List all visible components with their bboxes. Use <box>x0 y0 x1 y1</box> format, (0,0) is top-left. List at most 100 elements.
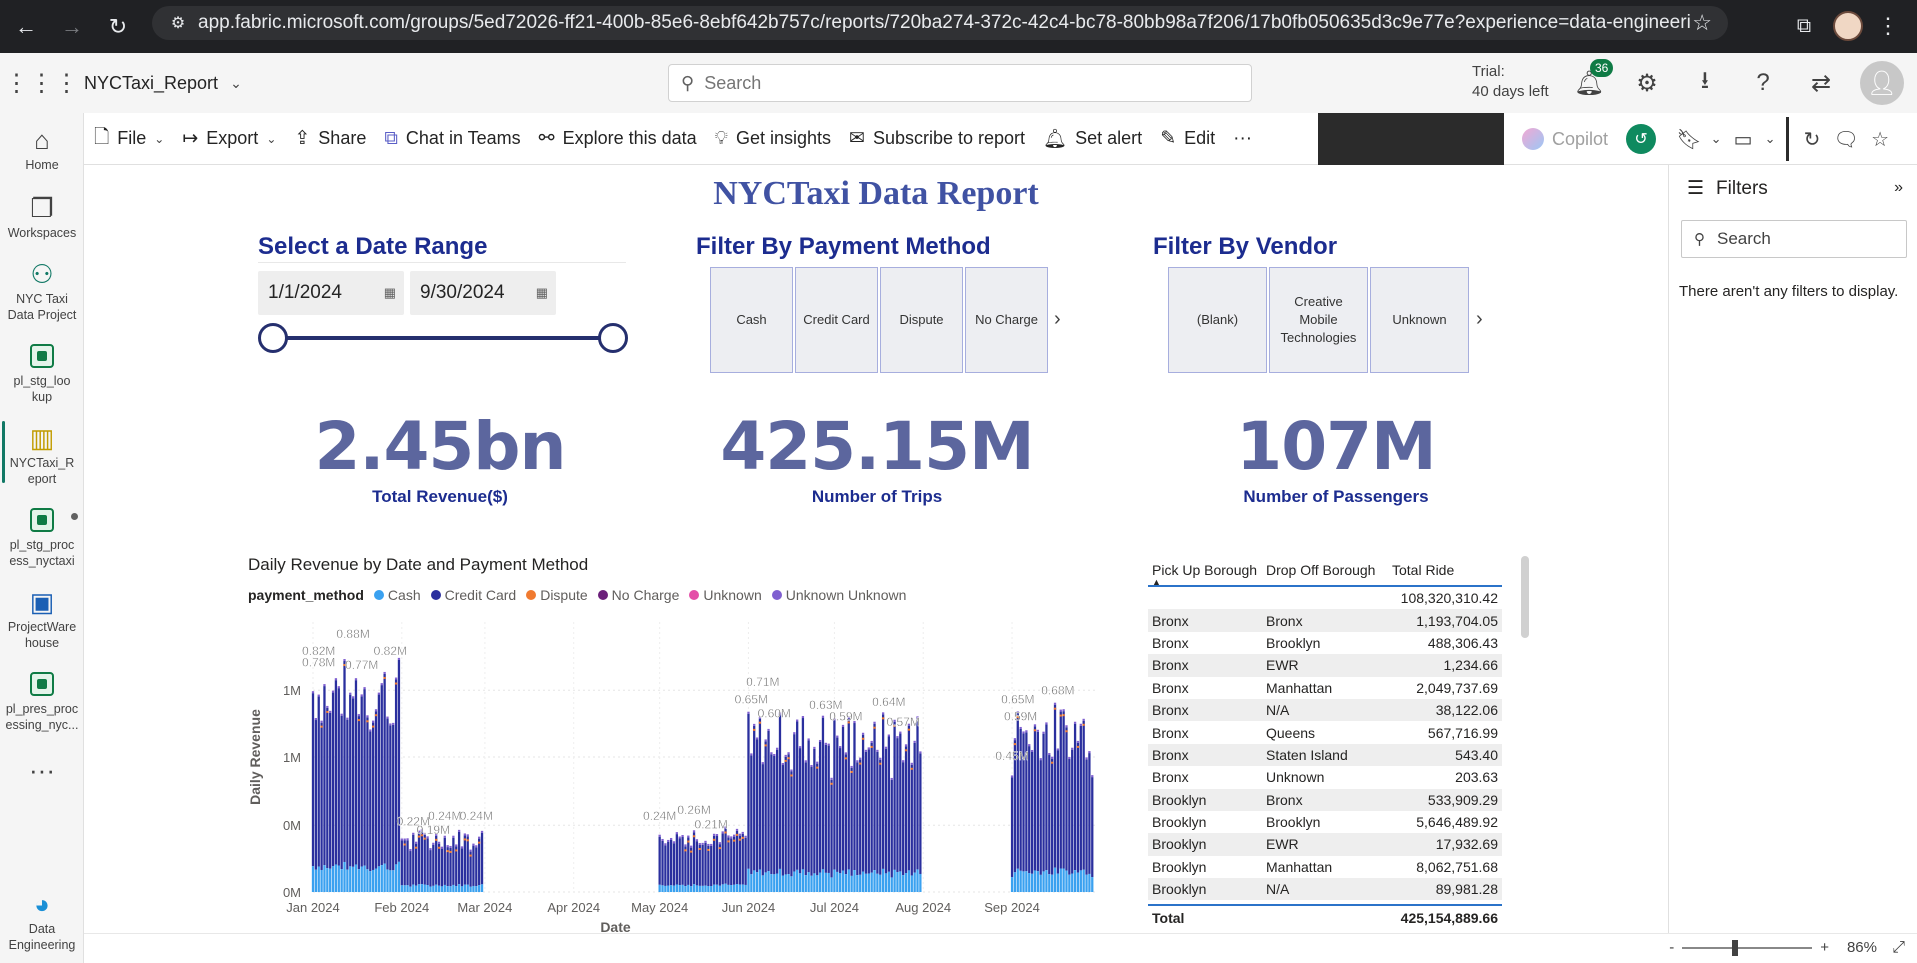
bookmark-star-icon[interactable]: ☆ <box>1692 10 1712 36</box>
url-text[interactable]: app.fabric.microsoft.com/groups/5ed72026… <box>198 12 1692 34</box>
matrix-header-pickup[interactable]: Pick Up Borough <box>1148 562 1266 578</box>
table-row[interactable]: Bronx Brooklyn 488,306.43 <box>1148 632 1502 654</box>
share-button[interactable]: ⇪ Share <box>294 127 366 150</box>
payment-option-credit-card[interactable]: Credit Card <box>795 267 878 373</box>
date-range-end-handle[interactable] <box>598 323 628 353</box>
reset-icon[interactable]: ↺ <box>1626 124 1657 154</box>
table-row[interactable]: Bronx Queens 567,716.99 <box>1148 721 1502 743</box>
browser-menu-icon[interactable]: ⋮ <box>1877 13 1899 39</box>
copilot-button[interactable]: Copilot <box>1522 128 1608 150</box>
filters-search-placeholder[interactable]: Search <box>1717 229 1771 249</box>
rail-item-pl-stg-lookup[interactable]: pl_stg_lookup <box>0 329 84 405</box>
help-icon[interactable]: ? <box>1734 61 1792 105</box>
zoom-control[interactable]: - + 86% <box>1669 939 1877 956</box>
legend-item-cash[interactable]: Cash <box>373 587 421 603</box>
collapse-pane-icon[interactable]: » <box>1894 179 1903 197</box>
rail-item-nyctaxi-report[interactable]: ▥ NYCTaxi_Report <box>0 411 84 487</box>
comment-icon[interactable]: 🗨︎ <box>1829 127 1863 152</box>
download-icon[interactable]: ⭳ <box>1676 61 1734 105</box>
subscribe-button[interactable]: ✉ Subscribe to report <box>849 127 1025 150</box>
borough-matrix[interactable]: Pick Up Borough Drop Off Borough Total R… <box>1148 555 1502 930</box>
vendor-next-arrow-icon[interactable]: › <box>1476 308 1483 331</box>
edit-button[interactable]: ✎ Edit <box>1160 127 1215 150</box>
notifications-icon[interactable]: 🔔︎ 36 <box>1560 59 1618 105</box>
legend-item-unknown[interactable]: Unknown <box>689 587 762 603</box>
rail-item-pl-stg-process-nyctaxi[interactable]: pl_stg_process_nyctaxi <box>0 493 84 569</box>
payment-option-cash[interactable]: Cash <box>710 267 793 373</box>
bookmark-icon[interactable]: 🔖︎ <box>1672 127 1706 152</box>
calendar-icon[interactable]: ▦ <box>536 285 548 301</box>
rail-item-projectwarehouse[interactable]: ▣ ProjectWarehouse <box>0 575 84 651</box>
app-launcher-icon[interactable]: ⋮⋮⋮ <box>0 69 84 98</box>
file-menu[interactable]: 🗋︎ File ⌄ <box>94 123 164 155</box>
more-options-button[interactable]: ··· <box>1233 128 1252 150</box>
rail-item-nyc-taxi-data-project[interactable]: ⚇ NYC Taxi Data Project <box>0 247 84 323</box>
view-icon[interactable]: ▭ <box>1726 127 1760 152</box>
trial-status[interactable]: Trial: 40 days left <box>1472 62 1549 102</box>
table-row[interactable]: Bronx Unknown 203.63 <box>1148 766 1502 788</box>
chevron-down-icon[interactable]: ⌄ <box>1760 131 1780 147</box>
zoom-out-icon[interactable]: - <box>1669 939 1674 956</box>
calendar-icon[interactable]: ▦ <box>384 285 396 301</box>
table-row[interactable]: Bronx Manhattan 2,049,737.69 <box>1148 677 1502 699</box>
table-row[interactable]: Brooklyn Brooklyn 5,646,489.92 <box>1148 811 1502 833</box>
refresh-icon[interactable]: ↻ <box>1795 127 1829 152</box>
zoom-thumb[interactable] <box>1732 939 1739 956</box>
table-row[interactable]: Bronx N/A 38,122.06 <box>1148 698 1502 722</box>
export-menu[interactable]: ↦ Export ⌄ <box>182 127 276 150</box>
date-range-start-handle[interactable] <box>258 323 288 353</box>
table-row[interactable]: Brooklyn Bronx 533,909.29 <box>1148 788 1502 811</box>
legend-item-dispute[interactable]: Dispute <box>526 587 588 603</box>
matrix-header-dropoff[interactable]: Drop Off Borough <box>1266 562 1392 578</box>
zoom-in-icon[interactable]: + <box>1820 939 1829 956</box>
matrix-header-total[interactable]: Total Ride <box>1392 562 1498 578</box>
global-search-input[interactable] <box>704 72 1228 94</box>
user-avatar[interactable]: 👤︎ <box>1860 61 1904 105</box>
payment-option-no-charge[interactable]: No Charge <box>965 267 1048 373</box>
payment-option-dispute[interactable]: Dispute <box>880 267 963 373</box>
settings-gear-icon[interactable]: ⚙ <box>1618 61 1676 105</box>
payment-next-arrow-icon[interactable]: › <box>1054 308 1061 331</box>
legend-item-credit-card[interactable]: Credit Card <box>430 587 516 603</box>
date-start-input[interactable]: 1/1/2024 ▦ <box>258 271 404 315</box>
table-row[interactable]: Bronx EWR 1,234.66 <box>1148 654 1502 677</box>
rail-more-button[interactable]: ··· <box>0 743 84 787</box>
reload-icon[interactable]: ↻ <box>98 7 138 47</box>
daily-revenue-chart[interactable]: 0M 0M 1M 1M Jan 2024 Feb 2024 Mar 2024 Apr 2024… <box>240 612 1100 934</box>
vendor-option-blank[interactable]: (Blank) <box>1168 267 1267 373</box>
extensions-icon[interactable]: ⧉ <box>1789 15 1819 38</box>
report-name-dropdown[interactable]: NYCTaxi_Report ⌄ <box>84 73 242 94</box>
matrix-scrollbar[interactable] <box>1521 556 1529 638</box>
legend-item-no-charge[interactable]: No Charge <box>597 587 679 603</box>
vendor-option-unknown[interactable]: Unknown <box>1370 267 1469 373</box>
date-end-input[interactable]: 9/30/2024 ▦ <box>410 271 556 315</box>
rail-item-workspaces[interactable]: ❐ Workspaces <box>0 181 84 241</box>
table-row[interactable]: Bronx Bronx 1,193,704.05 <box>1148 609 1502 632</box>
chevron-down-icon[interactable]: ⌄ <box>1706 131 1726 147</box>
address-bar[interactable]: ⚙ app.fabric.microsoft.com/groups/5ed720… <box>152 6 1728 40</box>
favorite-star-icon[interactable]: ☆ <box>1863 127 1897 152</box>
filters-search[interactable]: ⚲ Search <box>1681 220 1907 258</box>
global-search[interactable]: ⚲ <box>668 64 1252 102</box>
legend-item-unknown-unknown[interactable]: Unknown Unknown <box>771 587 906 603</box>
zoom-slider[interactable] <box>1682 939 1813 956</box>
set-alert-button[interactable]: 🔔︎ Set alert <box>1043 127 1142 151</box>
get-insights-button[interactable]: 💡︎ Get insights <box>715 128 831 150</box>
sort-ascending-icon[interactable]: ▲ <box>1152 577 1161 587</box>
site-info-icon[interactable]: ⚙ <box>164 13 192 33</box>
rail-item-pl-pres-processing[interactable]: pl_pres_processing_nyc... <box>0 657 84 733</box>
table-row[interactable]: Brooklyn Manhattan 8,062,751.68 <box>1148 856 1502 878</box>
chat-in-teams-button[interactable]: ⧉ Chat in Teams <box>384 128 520 150</box>
vendor-option-creative-mobile[interactable]: Creative Mobile Technologies <box>1269 267 1368 373</box>
explore-data-button[interactable]: ⚯ Explore this data <box>539 127 697 150</box>
rail-item-data-engineering[interactable]: ◕ Data Engineering <box>0 877 84 953</box>
feedback-icon[interactable]: ⇄ <box>1792 61 1850 105</box>
date-range-track[interactable] <box>272 336 614 340</box>
fit-to-page-icon[interactable]: ⤢ <box>1892 939 1905 957</box>
table-row[interactable]: Brooklyn N/A 89,981.28 <box>1148 878 1502 901</box>
rail-item-home[interactable]: ⌂ Home <box>0 113 84 173</box>
forward-icon[interactable]: → <box>52 7 92 47</box>
table-row[interactable]: Bronx Staten Island 543.40 <box>1148 743 1502 767</box>
table-row[interactable]: Brooklyn EWR 17,932.69 <box>1148 833 1502 856</box>
browser-profile-avatar[interactable] <box>1833 11 1863 41</box>
